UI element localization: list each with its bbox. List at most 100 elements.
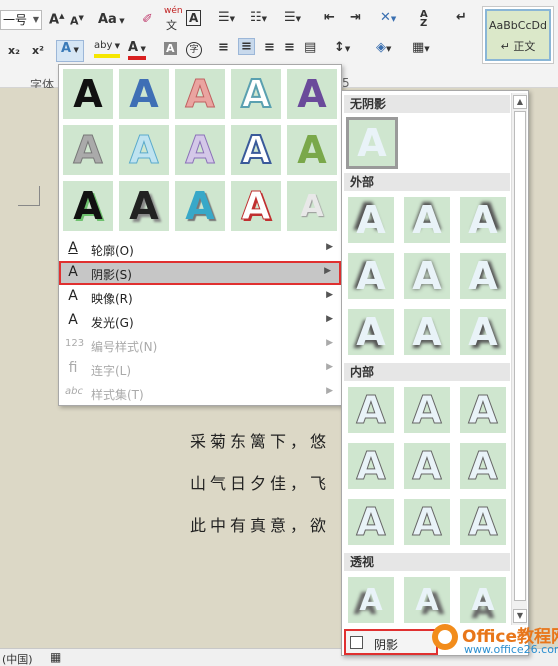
shadow-option-perspective[interactable]: A xyxy=(460,577,506,623)
effect-tile[interactable]: A xyxy=(175,181,225,231)
line-spacing-icon[interactable]: ↕▼ xyxy=(334,40,350,55)
shadow-glyph: A xyxy=(415,582,439,618)
shadow-option-outer[interactable]: A xyxy=(348,253,394,299)
scroll-thumb[interactable] xyxy=(514,111,526,601)
font-size-value: 一号 xyxy=(3,13,28,27)
chevron-right-icon: ▶ xyxy=(326,314,333,324)
show-marks-icon[interactable]: ↵ xyxy=(456,10,467,25)
subscript-button[interactable]: x₂ xyxy=(8,44,20,57)
phonetic-guide-button[interactable]: 文 xyxy=(166,17,177,33)
shadow-option-outer[interactable]: A xyxy=(404,253,450,299)
shadow-glyph: A xyxy=(412,310,442,354)
font-color-button[interactable]: A ▼ xyxy=(128,40,146,60)
outline-icon: A xyxy=(68,240,78,256)
align-center-icon[interactable]: ≡ xyxy=(238,38,255,55)
shadow-option-outer[interactable]: A xyxy=(348,197,394,243)
shadow-option-inner[interactable]: A xyxy=(348,443,394,489)
char-border-button[interactable]: A xyxy=(186,10,202,26)
office-logo-icon xyxy=(432,624,458,650)
effect-tile[interactable]: A xyxy=(287,181,337,231)
effect-tile[interactable]: A xyxy=(175,125,225,175)
shadow-option-outer[interactable]: A xyxy=(348,309,394,355)
increase-indent-icon[interactable]: ⇥ xyxy=(350,10,361,25)
submenu-scrollbar[interactable]: ▲ ▼ xyxy=(511,93,527,625)
shadow-option-inner[interactable]: A xyxy=(460,443,506,489)
shading-icon[interactable]: ◈▼ xyxy=(376,40,391,55)
menu-item-shadow[interactable]: A 阴影(S) ▶ xyxy=(59,261,341,285)
stylistic-set-icon: abc xyxy=(65,386,83,397)
effect-tile[interactable]: A xyxy=(287,125,337,175)
effect-tile[interactable]: A xyxy=(287,69,337,119)
shadow-options-button[interactable]: 阴影 xyxy=(344,629,438,655)
text-effects-button[interactable]: A ▼ xyxy=(56,40,84,62)
number-style-icon: 123 xyxy=(65,338,85,349)
language-status[interactable]: (中国) xyxy=(2,651,33,666)
shadow-option-inner[interactable]: A xyxy=(460,499,506,545)
clear-format-icon[interactable]: ✐ xyxy=(142,12,153,27)
char-shading-button[interactable]: A xyxy=(164,42,177,55)
align-right-icon[interactable]: ≡ xyxy=(264,40,275,55)
shadow-glyph: A xyxy=(356,388,386,433)
bullets-icon[interactable]: ☰▼ xyxy=(218,10,235,25)
effect-glyph: A xyxy=(240,71,271,117)
scroll-up-icon[interactable]: ▲ xyxy=(513,95,527,109)
shadow-glyph: A xyxy=(412,198,442,242)
shadow-option-inner[interactable]: A xyxy=(404,443,450,489)
effect-tile[interactable]: A xyxy=(63,125,113,175)
effect-tile[interactable]: A xyxy=(175,69,225,119)
shadow-option-inner[interactable]: A xyxy=(348,387,394,433)
shadow-option-none[interactable]: A xyxy=(346,117,398,169)
ligature-icon: fi xyxy=(68,360,78,376)
menu-item-reflection[interactable]: A 映像(R) ▶ xyxy=(59,285,341,309)
effect-glyph: A xyxy=(185,128,215,173)
shrink-font-button[interactable]: A▼ xyxy=(70,14,84,28)
glow-icon: A xyxy=(68,312,78,328)
style-name: ↵ 正文 xyxy=(500,40,536,53)
shadow-option-outer[interactable]: A xyxy=(460,253,506,299)
decrease-indent-icon[interactable]: ⇤ xyxy=(324,10,335,25)
shadow-glyph: A xyxy=(468,254,498,298)
chinese-layout-icon[interactable]: ✕▼ xyxy=(380,10,396,25)
multilevel-list-icon[interactable]: ☰▼ xyxy=(284,10,301,25)
superscript-button[interactable]: x² xyxy=(32,44,44,57)
menu-item-glow[interactable]: A 发光(G) ▶ xyxy=(59,309,341,333)
effect-tile[interactable]: A xyxy=(231,69,281,119)
align-left-icon[interactable]: ≡ xyxy=(218,40,229,55)
menu-item-label: 发光(G) xyxy=(91,316,134,330)
effect-tile[interactable]: A xyxy=(231,181,281,231)
sort-icon[interactable]: AZ xyxy=(420,10,434,29)
shadow-option-outer[interactable]: A xyxy=(404,197,450,243)
shadow-option-perspective[interactable]: A xyxy=(348,577,394,623)
effect-glyph: A xyxy=(297,128,327,172)
effect-tile[interactable]: A xyxy=(119,69,169,119)
effect-tile[interactable]: A xyxy=(119,181,169,231)
shadow-option-outer[interactable]: A xyxy=(460,309,506,355)
shadow-option-inner[interactable]: A xyxy=(348,499,394,545)
shadow-option-inner[interactable]: A xyxy=(404,387,450,433)
shadow-option-perspective[interactable]: A xyxy=(404,577,450,623)
borders-icon[interactable]: ▦▼ xyxy=(412,40,430,55)
highlight-button[interactable]: aby ▼ xyxy=(94,40,121,58)
effect-tile[interactable]: A xyxy=(231,125,281,175)
effect-tile[interactable]: A xyxy=(119,125,169,175)
enclose-char-button[interactable]: 字 xyxy=(186,42,202,58)
shadow-glyph: A xyxy=(412,500,442,545)
effect-tile[interactable]: A xyxy=(63,69,113,119)
font-size-combo[interactable]: 一号 ▼ xyxy=(0,10,42,30)
change-case-button[interactable]: Aa ▼ xyxy=(98,12,125,27)
grow-font-button[interactable]: A▲ xyxy=(49,12,64,27)
effect-tile[interactable]: A xyxy=(63,181,113,231)
justify-icon[interactable]: ≡ xyxy=(284,40,295,55)
shadow-option-outer[interactable]: A xyxy=(404,309,450,355)
style-normal[interactable]: AaBbCcDd ↵ 正文 xyxy=(485,9,551,61)
poem-line: 山气日夕佳，飞 xyxy=(190,474,331,493)
numbering-icon[interactable]: ☷▼ xyxy=(250,10,267,25)
macro-icon[interactable]: ▦ xyxy=(50,650,61,664)
shadow-option-inner[interactable]: A xyxy=(404,499,450,545)
menu-item-label: 阴影(S) xyxy=(91,268,132,282)
shadow-option-outer[interactable]: A xyxy=(460,197,506,243)
shadow-option-inner[interactable]: A xyxy=(460,387,506,433)
distribute-icon[interactable]: ▤ xyxy=(304,40,316,55)
effect-glyph: A xyxy=(73,128,103,173)
menu-item-outline[interactable]: A 轮廓(O) ▶ xyxy=(59,237,341,261)
